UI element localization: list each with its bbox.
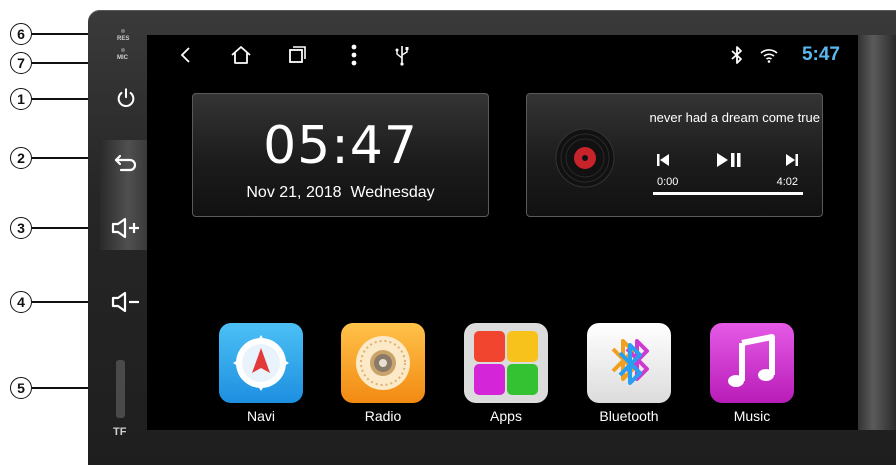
music-widget[interactable]: never had a dream come true 0:00 4:02 — [526, 93, 823, 217]
app-label-music: Music — [733, 408, 771, 424]
return-icon — [114, 154, 137, 172]
recents-icon — [289, 46, 306, 63]
bluetooth-icon — [731, 46, 742, 64]
track-progress-fill — [653, 192, 803, 195]
app-music[interactable]: Music — [709, 323, 795, 424]
apps-grid-icon — [464, 323, 548, 403]
track-progress-bar[interactable] — [653, 192, 803, 195]
volume-up-button[interactable] — [108, 213, 144, 243]
app-label-navi: Navi — [246, 408, 275, 424]
volume-up-icon — [111, 217, 139, 239]
touch-screen[interactable]: 5:47 05:47 Nov 21, 2018 Wednesday never … — [147, 35, 858, 430]
bluetooth-status — [725, 43, 749, 67]
next-track-button[interactable] — [782, 150, 802, 170]
wifi-icon — [760, 49, 778, 63]
app-label-apps: Apps — [490, 408, 522, 424]
power-icon — [117, 88, 135, 107]
bluetooth-app-icon — [587, 323, 671, 403]
track-duration: 4:02 — [776, 176, 798, 188]
song-title: never had a dream come true — [649, 110, 820, 125]
next-icon — [786, 154, 798, 166]
elapsed-time: 0:00 — [657, 176, 679, 188]
clock-date: Nov 21, 2018 — [246, 184, 342, 201]
bezel-edge — [858, 35, 896, 430]
home-icon — [231, 46, 251, 64]
radio-icon — [341, 323, 425, 403]
wifi-status — [757, 43, 781, 67]
mic-label: MIC — [117, 55, 128, 61]
compass-icon — [219, 323, 303, 403]
play-pause-icon — [717, 153, 741, 167]
app-bluetooth[interactable]: Bluetooth — [586, 323, 672, 424]
clock-time: 05:47 — [263, 116, 418, 176]
app-apps[interactable]: Apps — [463, 323, 549, 424]
status-time: 5:47 — [801, 44, 840, 65]
back-button[interactable] — [108, 148, 144, 178]
back-icon — [180, 47, 190, 63]
nav-recents-button[interactable] — [285, 43, 309, 67]
clock-weekday: Wednesday — [350, 184, 435, 201]
reset-hole[interactable] — [121, 29, 125, 33]
volume-down-button[interactable] — [108, 287, 144, 317]
status-bar: 5:47 — [147, 35, 858, 75]
nav-home-button[interactable] — [229, 43, 253, 67]
tf-label: TF — [113, 426, 127, 438]
reset-label: RES — [117, 36, 130, 42]
app-navi[interactable]: Navi — [218, 323, 304, 424]
previous-icon — [657, 154, 669, 166]
mic-hole — [121, 48, 125, 52]
power-button[interactable] — [108, 83, 144, 113]
clock-widget[interactable]: 05:47 Nov 21, 2018 Wednesday — [192, 93, 489, 217]
clock-date-line: Nov 21, 2018 Wednesday — [193, 184, 488, 202]
usb-icon — [395, 46, 409, 66]
menu-button[interactable] — [342, 43, 366, 67]
app-radio[interactable]: Radio — [340, 323, 426, 424]
play-pause-button[interactable] — [715, 150, 743, 170]
menu-dots-icon — [351, 44, 357, 66]
app-label-radio: Radio — [364, 408, 402, 424]
previous-track-button[interactable] — [653, 150, 673, 170]
tf-card-slot[interactable] — [116, 360, 125, 418]
app-label-bluetooth: Bluetooth — [599, 408, 659, 424]
nav-back-button[interactable] — [173, 43, 197, 67]
volume-down-icon — [111, 291, 139, 313]
usb-status — [390, 43, 414, 67]
vinyl-disc-icon — [555, 128, 615, 188]
music-note-icon — [710, 323, 794, 403]
